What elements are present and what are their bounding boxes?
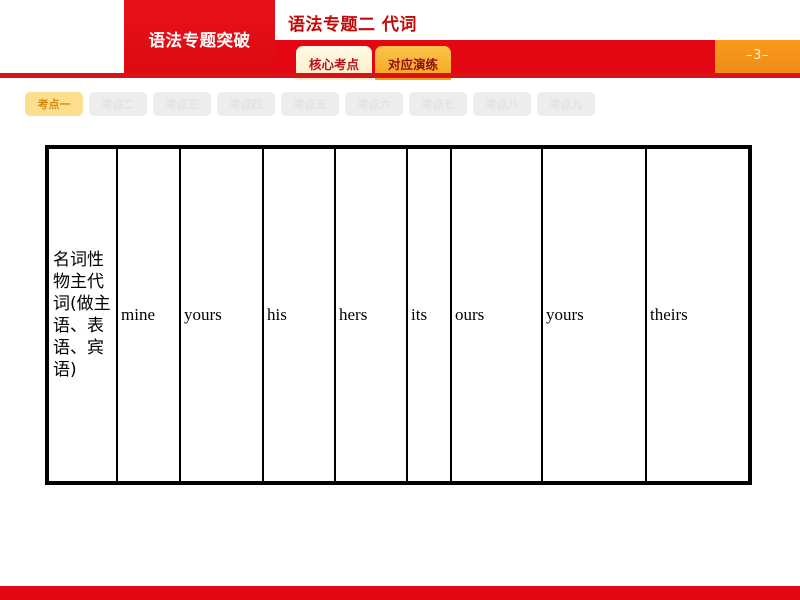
header-divider-rule xyxy=(0,73,800,78)
table-cell-theirs: theirs xyxy=(647,149,748,481)
nav-pill-8-label: 考点八 xyxy=(485,98,519,111)
table-row-label-cell: 名词性物主代词(做主语、表语、宾语) xyxy=(49,149,118,481)
possessive-pronoun-table: 名词性物主代词(做主语、表语、宾语) mine yours his hers i… xyxy=(45,145,752,485)
nav-pill-9-label: 考点九 xyxy=(549,98,583,111)
series-title-block: 语法专题突破 xyxy=(124,0,275,73)
table-cell-ours-text: ours xyxy=(455,304,485,324)
nav-pill-2-label: 考点二 xyxy=(101,98,135,111)
tab-core-points-label: 核心考点 xyxy=(309,56,360,72)
table-cell-its-text: its xyxy=(411,304,428,324)
exam-point-nav: 考点一 考点二 考点三 考点四 考点五 考点六 考点七 考点八 考点九 xyxy=(25,92,595,116)
tab-practice-label: 对应演练 xyxy=(388,56,439,72)
page-number-block: –3– xyxy=(715,40,800,73)
table-cell-yours-plural-text: yours xyxy=(546,304,584,324)
page-number: –3– xyxy=(746,48,769,63)
nav-pill-7-label: 考点七 xyxy=(421,98,455,111)
nav-pill-5-label: 考点五 xyxy=(293,98,327,111)
table-cell-hers: hers xyxy=(336,149,408,481)
table-row-label: 名词性物主代词(做主语、表语、宾语) xyxy=(53,249,111,381)
table-cell-ours: ours xyxy=(452,149,543,481)
series-title: 语法专题突破 xyxy=(148,31,251,50)
table-cell-his: his xyxy=(264,149,336,481)
nav-pill-4[interactable]: 考点四 xyxy=(217,92,275,116)
footer-bar xyxy=(0,586,800,600)
nav-pill-2[interactable]: 考点二 xyxy=(89,92,147,116)
nav-pill-6-label: 考点六 xyxy=(357,98,391,111)
nav-pill-1-label: 考点一 xyxy=(37,98,71,111)
table-cell-his-text: his xyxy=(267,304,287,324)
nav-pill-5[interactable]: 考点五 xyxy=(281,92,339,116)
page-title: 语法专题二 代词 xyxy=(288,15,417,35)
nav-pill-8[interactable]: 考点八 xyxy=(473,92,531,116)
nav-pill-4-label: 考点四 xyxy=(229,98,263,111)
table-cell-yours-singular: yours xyxy=(181,149,264,481)
nav-pill-7[interactable]: 考点七 xyxy=(409,92,467,116)
table-cell-mine-text: mine xyxy=(121,304,155,324)
table-cell-mine: mine xyxy=(118,149,181,481)
nav-pill-9[interactable]: 考点九 xyxy=(537,92,595,116)
nav-pill-1[interactable]: 考点一 xyxy=(25,92,83,116)
nav-pill-3[interactable]: 考点三 xyxy=(153,92,211,116)
table-cell-its: its xyxy=(408,149,452,481)
table-cell-yours-plural: yours xyxy=(543,149,647,481)
table-cell-yours-singular-text: yours xyxy=(184,304,222,324)
table-cell-theirs-text: theirs xyxy=(650,304,688,324)
nav-pill-3-label: 考点三 xyxy=(165,98,199,111)
table-cell-hers-text: hers xyxy=(339,304,368,324)
page-header: 语法专题突破 语法专题二 代词 核心考点 对应演练 –3– xyxy=(0,0,800,80)
nav-pill-6[interactable]: 考点六 xyxy=(345,92,403,116)
